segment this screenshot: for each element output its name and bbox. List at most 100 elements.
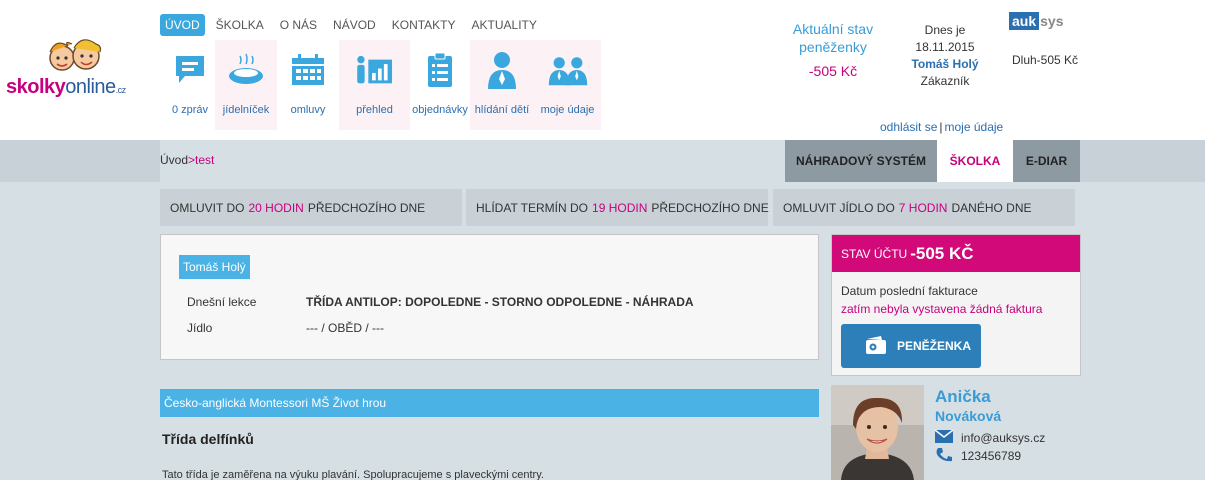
contact-email-text: info@auksys.cz xyxy=(961,431,1046,445)
quick-tiles: 0 zpráv jídelníček omluvy přehled objedn… xyxy=(165,40,601,130)
rule-babysitting-suffix: předchozího dne xyxy=(651,200,769,215)
tile-excuses-label: omluvy xyxy=(290,104,326,116)
account-title: Stav účtu xyxy=(841,246,908,261)
rule-babysitting-deadline: Hlídat termín do 19 hodin předchozího dne xyxy=(466,189,769,226)
tile-excuses[interactable]: omluvy xyxy=(277,40,339,130)
vendor-logo-rest: sys xyxy=(1040,13,1064,29)
tab-nahradovy-system[interactable]: NÁHRADOVÝ SYSTÉM xyxy=(785,140,937,182)
breadcrumb-home[interactable]: Úvod xyxy=(160,153,188,167)
invoice-value: zatím nebyla vystavena žádná faktura xyxy=(841,302,1043,316)
user-role: Zákazník xyxy=(920,74,970,88)
overview-chart-icon xyxy=(355,50,395,90)
tile-orders-label: objednávky xyxy=(412,104,468,116)
tab-skolka[interactable]: ŠKOLKA xyxy=(937,140,1013,182)
user-name[interactable]: Tomáš Holý xyxy=(895,56,995,73)
rule-food-text: Omluvit jídlo do xyxy=(783,200,895,215)
users-icon xyxy=(548,50,588,90)
vendor-logo[interactable]: auk sys xyxy=(1009,11,1063,31)
my-data-link[interactable]: moje údaje xyxy=(945,120,1004,134)
food-value: --- / OBĚD / --- xyxy=(306,321,384,335)
account-amount: -505 KČ xyxy=(910,243,974,263)
nav-uvod[interactable]: ÚVOD xyxy=(160,14,205,36)
calendar-icon xyxy=(288,50,328,90)
invoice-label: Datum poslední fakturace xyxy=(841,284,978,298)
tile-babysitting[interactable]: hlídání dětí xyxy=(470,40,534,130)
user-links: odhlásit se | moje údaje xyxy=(880,120,1003,134)
current-date: 18.11.2015 xyxy=(915,40,975,54)
tile-menu-label: jídelníček xyxy=(222,104,270,116)
contact-photo xyxy=(831,385,924,480)
food-plate-icon xyxy=(226,50,266,90)
logo-text: skolkyonline.cz xyxy=(6,76,126,99)
lesson-row: Dnešní lekce TŘÍDA ANTILOP: DOPOLEDNE - … xyxy=(187,295,694,309)
tile-my-data[interactable]: moje údaje xyxy=(534,40,601,130)
rule-excuse-deadline: Omluvit do 20 hodin předchozího dne xyxy=(160,189,462,226)
contact-phone[interactable]: 123456789 xyxy=(935,447,1021,465)
tile-overview-label: přehled xyxy=(356,104,393,116)
kids-logo-icon xyxy=(49,39,102,71)
breadcrumb-bar: Úvod>test NÁHRADOVÝ SYSTÉM ŠKOLKA E-DIAR xyxy=(0,140,1205,182)
tab-e-diar[interactable]: E-DIAR xyxy=(1013,140,1080,182)
user-links-separator: | xyxy=(939,120,943,134)
logo[interactable]: skolkyonline.cz xyxy=(6,36,146,110)
tile-babysitting-label: hlídání dětí xyxy=(474,104,530,116)
school-name-bar: Česko-anglická Montessori MŠ Život hrou xyxy=(160,389,819,417)
contact-first-name: Anička xyxy=(935,387,991,406)
rule-excuse-highlight: 20 hodin xyxy=(248,200,304,215)
contact-card: Anička Nováková info@auksys.cz 123456789 xyxy=(831,385,1081,480)
class-title: Třída delfínků xyxy=(162,431,254,447)
today-label: Dnes je xyxy=(924,23,966,37)
logo-second-text: online xyxy=(65,76,116,98)
child-info-panel: Tomáš Holý Dnešní lekce TŘÍDA ANTILOP: D… xyxy=(160,234,819,360)
rule-excuse-text: Omluvit do xyxy=(170,200,245,215)
debt-value: Dluh-505 Kč xyxy=(1012,53,1079,67)
nav-kontakty[interactable]: KONTAKTY xyxy=(387,14,461,36)
tile-menu[interactable]: jídelníček xyxy=(215,40,277,130)
food-label: Jídlo xyxy=(187,321,213,335)
wallet-button-label: Peněženka xyxy=(897,339,972,353)
phone-icon xyxy=(935,447,953,465)
tile-messages-label: 0 zpráv xyxy=(171,104,209,116)
rule-food-deadline: Omluvit jídlo do 7 hodin daného dne xyxy=(773,189,1075,226)
lesson-value: TŘÍDA ANTILOP: DOPOLEDNE - STORNO ODPOLE… xyxy=(306,295,694,309)
nav-aktuality[interactable]: AKTUALITY xyxy=(467,14,542,36)
logo-main-text: skolky xyxy=(6,76,66,98)
user-info: Dnes je 18.11.2015 Tomáš Holý Zákazník xyxy=(895,22,995,90)
logo-tld-text: .cz xyxy=(115,85,127,95)
rule-food-suffix: daného dne xyxy=(951,200,1032,215)
breadcrumb: Úvod>test xyxy=(160,153,214,167)
food-row: Jídlo --- / OBĚD / --- xyxy=(187,321,384,335)
nav-skolka[interactable]: ŠKOLKA xyxy=(211,14,269,36)
tile-overview[interactable]: přehled xyxy=(339,40,410,130)
contact-phone-text: 123456789 xyxy=(961,449,1022,463)
tile-messages[interactable]: 0 zpráv xyxy=(165,40,215,130)
breadcrumb-current: test xyxy=(195,153,215,167)
account-panel: Stav účtu -505 KČ Datum poslední fakturac… xyxy=(831,234,1081,376)
nav-navod[interactable]: NÁVOD xyxy=(328,14,381,36)
class-description: Tato třída je zaměřena na výuku plavání.… xyxy=(162,469,544,480)
clipboard-icon xyxy=(420,50,460,90)
wallet-status: Aktuální stav peněženky -505 Kč xyxy=(783,20,883,79)
contact-email[interactable]: info@auksys.cz xyxy=(934,429,1046,446)
babysitter-icon xyxy=(482,50,522,90)
header: skolkyonline.cz ÚVOD ŠKOLKA O NÁS NÁVOD … xyxy=(0,0,1205,140)
breadcrumb-separator: > xyxy=(188,153,196,167)
vendor-logo-box: auk xyxy=(1009,12,1040,30)
rule-food-highlight: 7 hodin xyxy=(898,200,948,215)
contact-last-name: Nováková xyxy=(935,408,1002,424)
child-name-badge[interactable]: Tomáš Holý xyxy=(179,255,250,279)
rule-babysitting-text: Hlídat termín do xyxy=(476,200,589,215)
rule-babysitting-highlight: 19 hodin xyxy=(592,200,648,215)
wallet-status-title: Aktuální stav peněženky xyxy=(792,21,874,55)
nav-o-nas[interactable]: O NÁS xyxy=(275,14,322,36)
logout-link[interactable]: odhlásit se xyxy=(880,120,937,134)
top-navigation: ÚVOD ŠKOLKA O NÁS NÁVOD KONTAKTY AKTUALI… xyxy=(160,13,548,37)
wallet-status-value: -505 Kč xyxy=(808,63,858,79)
wallet-button[interactable]: Peněženka xyxy=(841,324,981,368)
account-header: Stav účtu -505 KČ xyxy=(832,235,1080,272)
wallet-icon xyxy=(865,335,887,357)
lesson-label: Dnešní lekce xyxy=(187,295,257,309)
envelope-icon xyxy=(934,429,954,446)
tile-my-data-label: moje údaje xyxy=(540,104,595,116)
tile-orders[interactable]: objednávky xyxy=(410,40,470,130)
